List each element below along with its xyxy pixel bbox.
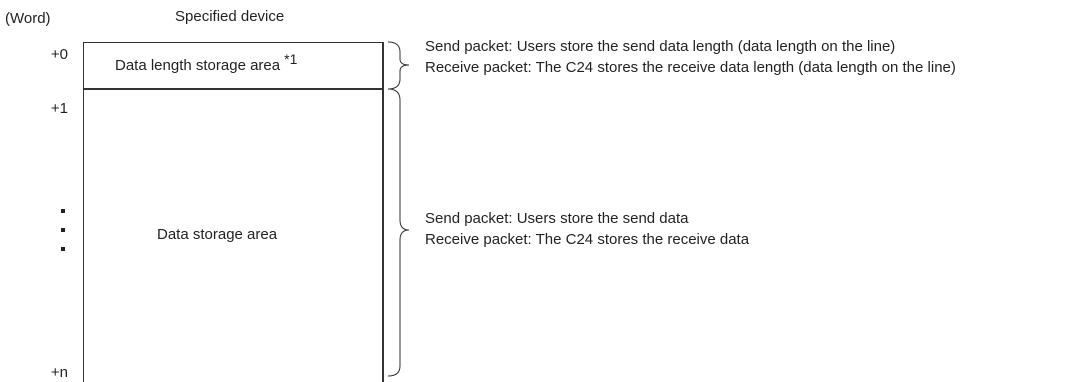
brace-connectors xyxy=(387,41,410,377)
data-send-description: Send packet: Users store the send data xyxy=(425,210,689,227)
data-receive-description: Receive packet: The C24 stores the recei… xyxy=(425,231,750,248)
brace-length-area xyxy=(387,41,410,90)
length-receive-description: Receive packet: The C24 stores the recei… xyxy=(425,59,956,76)
length-send-description: Send packet: Users store the send data l… xyxy=(425,38,896,55)
brace-data-area xyxy=(387,88,410,377)
